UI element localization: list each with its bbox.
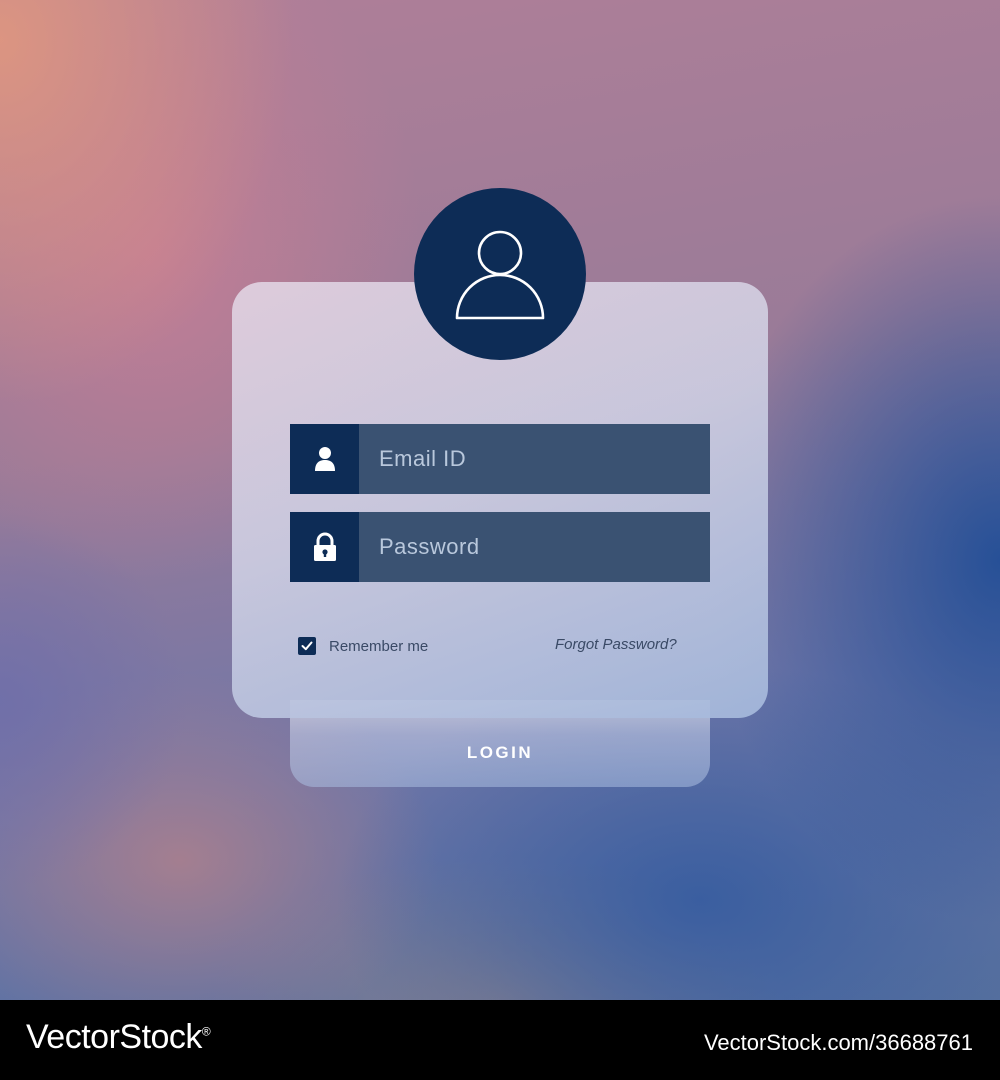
remember-me-row: Remember me [298,637,428,655]
remember-me-label: Remember me [329,637,429,655]
registered-mark: ® [201,1024,211,1039]
email-input[interactable] [379,446,710,472]
password-input-box [359,512,710,582]
vectorstock-image-ref: VectorStock.com/36688761 [703,1030,973,1055]
email-field-group [290,424,710,494]
avatar [414,188,586,360]
email-input-box [359,424,710,494]
user-icon [314,447,335,471]
login-button-label: LOGIN [466,743,534,762]
email-field-icon-box [290,424,359,494]
vectorstock-brand: VectorStock [26,1018,202,1056]
user-outline-icon [455,230,545,320]
password-input[interactable] [379,534,710,560]
remember-me-checkbox[interactable] [298,637,316,655]
vectorstock-logo: VectorStock® [26,1018,211,1057]
check-icon [301,641,313,651]
watermark-bar: VectorStock® VectorStock.com/36688761 [0,1000,1000,1080]
password-field-icon-box [290,512,359,582]
blurred-gradient-background: LOGIN Email ID Remember me Forgot Passwo… [0,0,1000,1000]
password-field-group [290,512,710,582]
lock-icon [313,532,336,561]
forgot-password-link[interactable]: Forgot Password? [555,636,677,653]
